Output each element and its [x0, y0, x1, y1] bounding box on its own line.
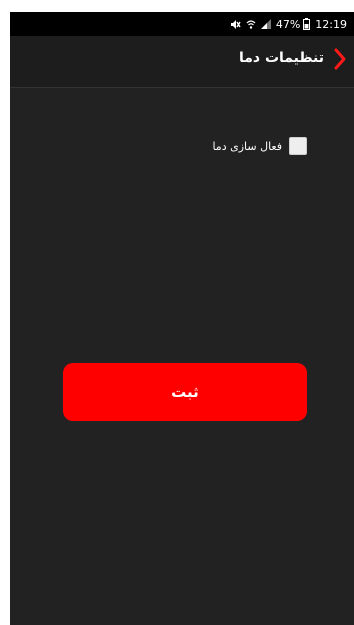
wifi-icon — [246, 19, 256, 30]
signal-icon — [260, 19, 271, 29]
submit-button[interactable]: ثبت — [63, 363, 307, 421]
battery-percent: 47% — [275, 17, 301, 31]
enable-temperature-row[interactable]: فعال سازی دما — [212, 137, 307, 155]
phone-screen: 47% 12:19 تنظیمات دما فعال سازی دما ثبت — [10, 12, 354, 625]
app-bar: تنظیمات دما — [10, 36, 354, 88]
mute-icon — [229, 19, 241, 30]
page-title: تنظیمات دما — [238, 50, 324, 66]
battery-icon — [303, 18, 311, 30]
back-button[interactable] — [328, 46, 352, 76]
status-bar: 47% 12:19 — [10, 12, 354, 36]
settings-content: فعال سازی دما ثبت — [10, 89, 354, 625]
enable-temperature-label: فعال سازی دما — [212, 139, 282, 153]
clock: 12:19 — [315, 17, 347, 31]
chevron-right-icon — [333, 47, 347, 75]
enable-temperature-checkbox[interactable] — [289, 137, 307, 155]
